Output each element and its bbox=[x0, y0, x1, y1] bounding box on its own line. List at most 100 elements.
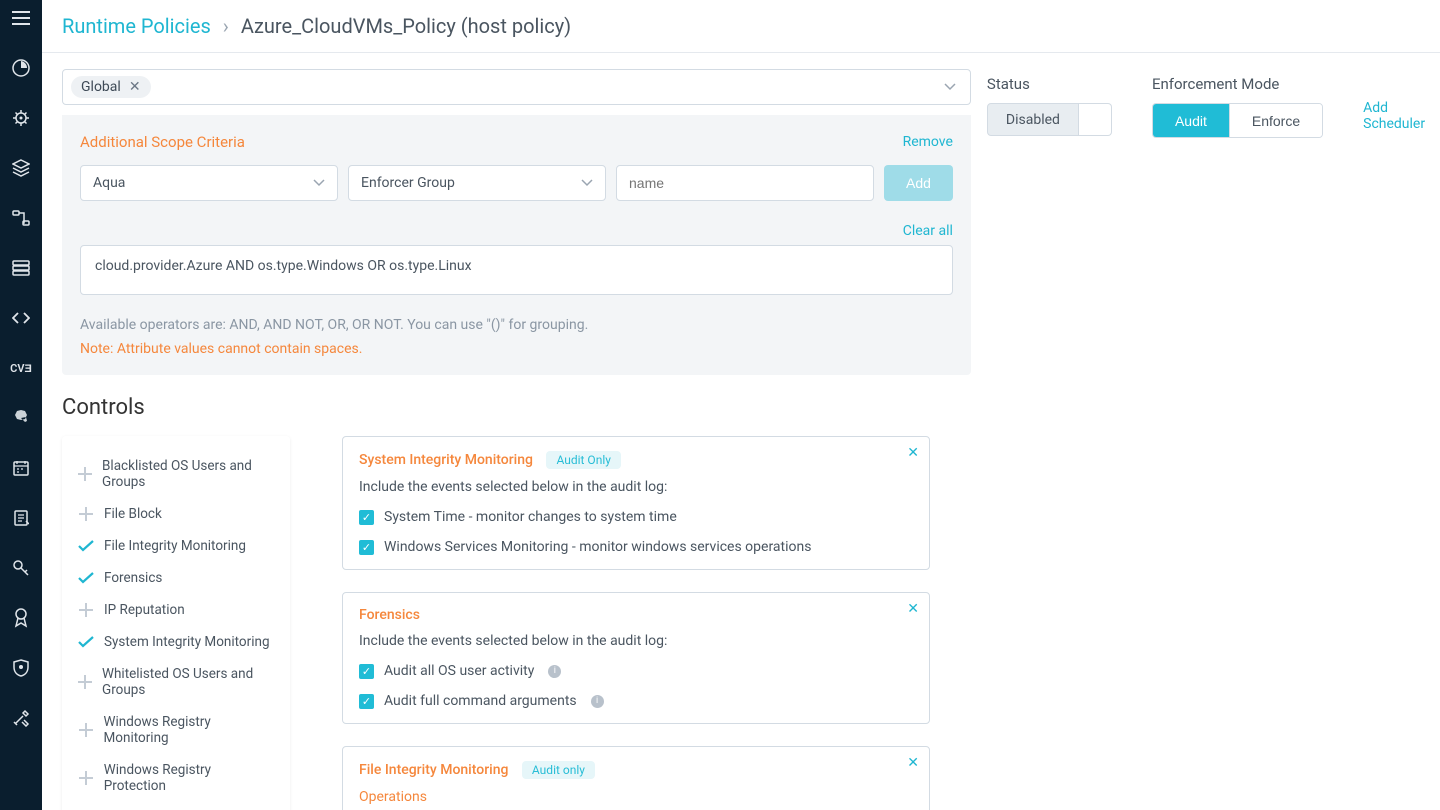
control-item-label: Blacklisted OS Users and Groups bbox=[102, 458, 274, 490]
criteria-name-input[interactable] bbox=[616, 165, 874, 201]
scope-tag: Global ✕ bbox=[71, 76, 151, 98]
status-value: Disabled bbox=[987, 103, 1079, 136]
operations-title: Operations bbox=[359, 789, 913, 805]
breadcrumb: Runtime Policies › Azure_CloudVMs_Policy… bbox=[42, 0, 1440, 53]
enforcement-mode-segment: Audit Enforce bbox=[1152, 103, 1323, 138]
criteria-attr-value: Enforcer Group bbox=[361, 175, 455, 191]
status-label: Status bbox=[987, 75, 1112, 93]
controls-heading: Controls bbox=[62, 395, 1420, 420]
control-item-label: Whitelisted OS Users and Groups bbox=[102, 666, 274, 698]
control-item[interactable]: System Integrity Monitoring bbox=[78, 626, 274, 658]
add-button[interactable]: Add bbox=[884, 165, 953, 201]
operators-hint: Available operators are: AND, AND NOT, O… bbox=[80, 317, 953, 333]
close-icon[interactable]: ✕ bbox=[907, 445, 919, 461]
tools-icon[interactable] bbox=[11, 708, 31, 728]
checkbox[interactable]: ✓ bbox=[359, 510, 374, 525]
add-scheduler-link[interactable]: Add Scheduler bbox=[1363, 100, 1425, 132]
option-audit-os-user: Audit all OS user activity bbox=[384, 663, 534, 679]
card-title: File Integrity Monitoring bbox=[359, 762, 508, 778]
check-icon bbox=[78, 538, 94, 554]
control-item[interactable]: Windows Registry Protection bbox=[78, 754, 274, 802]
menu-icon[interactable] bbox=[11, 8, 31, 28]
option-system-time: System Time - monitor changes to system … bbox=[384, 509, 677, 525]
badge-icon[interactable] bbox=[11, 608, 31, 628]
chevron-down-icon bbox=[581, 179, 593, 187]
plus-icon bbox=[78, 506, 94, 522]
control-item[interactable]: File Integrity Monitoring bbox=[78, 530, 274, 562]
criteria-title: Additional Scope Criteria bbox=[80, 133, 245, 151]
hex-icon[interactable] bbox=[11, 408, 31, 428]
card-forensics: ✕ Forensics Include the events selected … bbox=[342, 592, 930, 724]
shield-icon[interactable] bbox=[11, 658, 31, 678]
card-title: Forensics bbox=[359, 607, 420, 623]
close-icon[interactable]: ✕ bbox=[129, 79, 141, 95]
additional-scope-criteria: Additional Scope Criteria Remove Aqua En… bbox=[62, 115, 971, 375]
check-icon bbox=[78, 570, 94, 586]
checkbox[interactable]: ✓ bbox=[359, 664, 374, 679]
audit-only-badge: Audit only bbox=[522, 761, 595, 779]
info-icon[interactable]: i bbox=[591, 695, 604, 708]
option-audit-full-cmd: Audit full command arguments bbox=[384, 693, 577, 709]
checkbox[interactable]: ✓ bbox=[359, 540, 374, 555]
card-file-integrity-monitoring: ✕ File Integrity Monitoring Audit only O… bbox=[342, 746, 930, 810]
calendar-icon[interactable] bbox=[11, 458, 31, 478]
page-title: Azure_CloudVMs_Policy (host policy) bbox=[241, 14, 571, 38]
note-hint: Note: Attribute values cannot contain sp… bbox=[80, 341, 953, 357]
info-icon[interactable]: i bbox=[548, 665, 561, 678]
dashboard-icon[interactable] bbox=[11, 58, 31, 78]
code-icon[interactable] bbox=[11, 308, 31, 328]
plus-icon bbox=[78, 722, 94, 738]
chevron-down-icon bbox=[313, 179, 325, 187]
plus-icon bbox=[78, 674, 92, 690]
chevron-right-icon: › bbox=[223, 14, 229, 38]
control-item[interactable]: File Block bbox=[78, 498, 274, 530]
card-subtitle: Include the events selected below in the… bbox=[359, 479, 913, 495]
remove-link[interactable]: Remove bbox=[903, 134, 953, 150]
card-system-integrity-monitoring: ✕ System Integrity Monitoring Audit Only… bbox=[342, 436, 930, 570]
servers-icon[interactable] bbox=[11, 258, 31, 278]
criteria-attr-select[interactable]: Enforcer Group bbox=[348, 165, 606, 201]
plus-icon bbox=[78, 770, 94, 786]
audit-only-badge: Audit Only bbox=[546, 451, 620, 469]
scope-tag-label: Global bbox=[81, 79, 121, 95]
workflow-icon[interactable] bbox=[11, 208, 31, 228]
criteria-type-value: Aqua bbox=[93, 175, 125, 191]
report-icon[interactable] bbox=[11, 508, 31, 528]
control-item[interactable]: Windows Registry Monitoring bbox=[78, 706, 274, 754]
scope-select[interactable]: Global ✕ bbox=[62, 69, 971, 105]
control-item-label: File Block bbox=[104, 506, 162, 522]
control-item-label: System Integrity Monitoring bbox=[104, 634, 270, 650]
audit-button[interactable]: Audit bbox=[1153, 104, 1229, 137]
breadcrumb-parent[interactable]: Runtime Policies bbox=[62, 14, 211, 38]
checkbox[interactable]: ✓ bbox=[359, 694, 374, 709]
control-item[interactable]: IP Reputation bbox=[78, 594, 274, 626]
control-item-label: IP Reputation bbox=[104, 602, 185, 618]
close-icon[interactable]: ✕ bbox=[907, 601, 919, 617]
status-toggle[interactable]: Disabled bbox=[987, 103, 1112, 136]
layers-icon[interactable] bbox=[11, 158, 31, 178]
key-icon[interactable] bbox=[11, 558, 31, 578]
chevron-down-icon[interactable] bbox=[944, 83, 962, 91]
close-icon[interactable]: ✕ bbox=[907, 755, 919, 771]
left-nav: CVƎ bbox=[0, 0, 42, 810]
control-item[interactable]: Forensics bbox=[78, 562, 274, 594]
criteria-expression[interactable]: cloud.provider.Azure AND os.type.Windows… bbox=[80, 245, 953, 295]
enforce-button[interactable]: Enforce bbox=[1229, 104, 1322, 137]
controls-list: Blacklisted OS Users and Groups File Bloc… bbox=[62, 436, 290, 810]
control-item[interactable]: Whitelisted OS Users and Groups bbox=[78, 658, 274, 706]
control-item-label: Forensics bbox=[104, 570, 162, 586]
control-item-label: Windows Registry Monitoring bbox=[104, 714, 274, 746]
helm-icon[interactable] bbox=[11, 108, 31, 128]
toggle-knob[interactable] bbox=[1079, 103, 1112, 136]
plus-icon bbox=[78, 466, 92, 482]
control-item-label: Windows Registry Protection bbox=[104, 762, 274, 794]
clear-all-link[interactable]: Clear all bbox=[903, 223, 953, 239]
option-windows-services: Windows Services Monitoring - monitor wi… bbox=[384, 539, 811, 555]
control-item[interactable]: Blacklisted OS Users and Groups bbox=[78, 450, 274, 498]
plus-icon bbox=[78, 602, 94, 618]
card-subtitle: Include the events selected below in the… bbox=[359, 633, 913, 649]
check-icon bbox=[78, 634, 94, 650]
enforcement-mode-label: Enforcement Mode bbox=[1152, 75, 1323, 93]
criteria-type-select[interactable]: Aqua bbox=[80, 165, 338, 201]
cve-icon[interactable]: CVƎ bbox=[10, 358, 32, 378]
